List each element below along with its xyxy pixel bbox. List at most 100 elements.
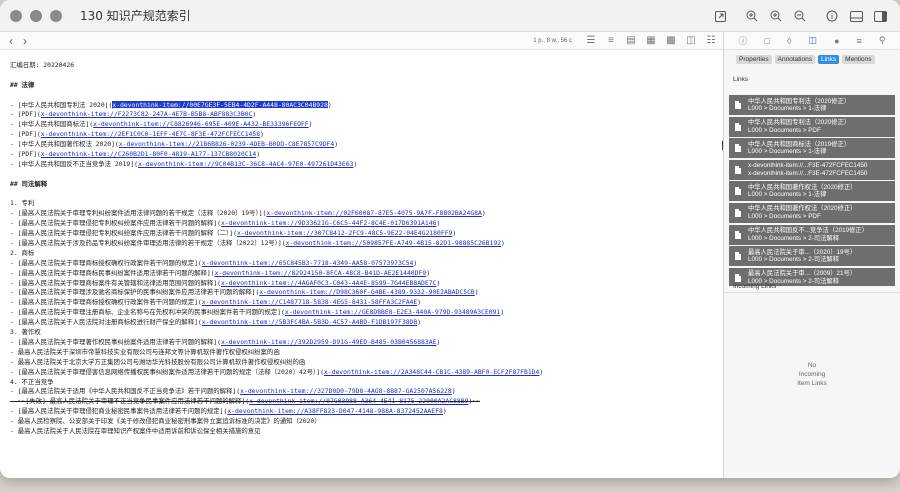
annotation-icon[interactable]: ●: [834, 36, 839, 46]
devonthink-link[interactable]: x-devonthink-item://07G03988-A364-4E41-8…: [249, 397, 468, 405]
tab-properties[interactable]: Properties: [736, 55, 772, 64]
back-icon[interactable]: ‹: [9, 34, 13, 48]
text-format-icon[interactable]: ☰: [584, 34, 598, 47]
sidebar-bottom-icon[interactable]: [844, 7, 868, 25]
link-item[interactable]: 中华人民共和国著作权法（2020修正） L000 > Documents > PD…: [729, 202, 895, 223]
tag-icon[interactable]: ◊: [787, 36, 791, 46]
zoom-out-icon[interactable]: [788, 7, 812, 25]
close-window-button[interactable]: [10, 9, 22, 22]
judicial-entry: - [最高人民法院关于审理注册商标、企业名称与在先权利冲突的民事纠纷案件若干问题…: [10, 308, 722, 318]
judicial-entry: - [最高人民法院关于审理商标民事纠纷案件适用法律若干问题的解释](x-devo…: [10, 269, 722, 279]
line-suffix: ): [442, 407, 447, 416]
devonthink-link[interactable]: x-devonthink-item://9C04B13C-36C8-4AC4-9…: [138, 160, 353, 168]
align-left-icon[interactable]: ≡: [604, 34, 618, 47]
list-icon[interactable]: ≡: [857, 36, 862, 46]
devonthink-link[interactable]: x-devonthink-item://9D33621G-C6C5-44F2-8…: [221, 219, 436, 227]
links-list[interactable]: 中华人民共和国专利法（2020修正） L000 > Documents > 1-法…: [729, 95, 895, 286]
devonthink-link[interactable]: x-devonthink-item://00E7GE3F-5EB4-4D2F-A…: [112, 100, 328, 109]
devonthink-link[interactable]: x-devonthink-item://4AGAF0C3-C043-4A4E-8…: [221, 279, 436, 287]
sidebar-right-icon[interactable]: [868, 7, 892, 25]
document-icon: [735, 273, 741, 282]
title-bar: 130 知识产规范索引: [0, 0, 900, 32]
line-suffix: ): [417, 318, 422, 327]
link-item-path: L000 > Documents > 2-司法解释: [748, 256, 839, 264]
devonthink-link[interactable]: x-devonthink-item://F2273C82-247A-4E7B-B…: [41, 110, 253, 118]
link-item-text: 中华人民共和国专利法（2020修正） L000 > Documents > 1-法…: [748, 98, 850, 113]
devonthink-link[interactable]: x-devonthink-item://D98C360F-G4BE-4389-9…: [259, 288, 474, 296]
document-toolbar-right: 1 p., 8 w., 56 c ☰ ≡ ▤ ▦ ▩ ◫ ☷: [533, 34, 718, 47]
judicial-entry: - [最高人民法院关于审理侵犯专利权纠纷案件应用法律若干问题的解释（二）](x-…: [10, 229, 722, 239]
devonthink-link[interactable]: x-devonthink-item://C8826946-695E-409E-A…: [93, 120, 308, 128]
line-text: - 最高人民法院关于人民法院在审理知识产权案件中适用诉前和诉讼保全相关措施的意见: [10, 426, 261, 435]
link-item[interactable]: 中华人民共和国专利法（2020修正） L000 > Documents > 1-法…: [729, 95, 895, 115]
tab-annotations[interactable]: Annotations: [774, 55, 815, 64]
devonthink-link[interactable]: x-devonthink-item://82924150-8FCA-48C8-B…: [215, 269, 427, 277]
devonthink-link[interactable]: x-devonthink-item://2EF1C0C0-1EFF-4E7C-8…: [41, 130, 260, 138]
document-toolbar: ‹ › 1 p., 8 w., 56 c ☰ ≡ ▤ ▦ ▩ ◫ ☷: [0, 32, 724, 50]
document-icon: [735, 144, 741, 153]
open-external-icon[interactable]: [708, 7, 732, 25]
judicial-entry: - 最高人民检察院、公安部关于印发《关于修改侵犯商业秘密刑事案件立案追诉标准的决…: [10, 417, 722, 427]
line-text: - [最高人民法院关于审理侵害信息网络传播权民事纠纷案件适用法律若干问题的规定（…: [10, 367, 324, 376]
split-mode-icon[interactable]: ◫: [684, 34, 698, 47]
law-list: - [中华人民共和国专利法 2020](x-devonthink-item://…: [10, 100, 722, 170]
link-item-path: L000 > Documents > 1-法律: [748, 191, 827, 199]
line-text: - [最高人民法院关于审理侵犯专利权纠纷案件应用法律若干问题的解释（二）](: [10, 229, 237, 238]
devonthink-link[interactable]: x-devonthink-item://2A348C44-CB1C-4389-A…: [324, 368, 539, 376]
zoom-window-button[interactable]: [50, 9, 62, 22]
devonthink-link[interactable]: x-devonthink-item://509857FE-A749-4B15-8…: [286, 239, 501, 247]
library-icon[interactable]: ☷: [704, 34, 718, 47]
line-suffix: ): [451, 387, 456, 396]
devonthink-link[interactable]: x-devonthink-item://C260B2D1-80F0-4819-A…: [41, 150, 256, 158]
line-text: - [最高人民法院关于审理商标民事纠纷案件适用法律若干问题的解释](: [10, 268, 215, 277]
tab-mentions[interactable]: Mentions: [842, 55, 875, 64]
line-text: - 最高人民检察院、公安部关于印发《关于修改侵犯商业秘密刑事案件立案追诉标准的决…: [10, 417, 321, 426]
devonthink-link[interactable]: x-devonthink-item://307C8412-2FC9-48C5-9…: [237, 229, 452, 237]
zoom-in-icon[interactable]: [740, 7, 764, 25]
comment-icon[interactable]: □: [765, 36, 770, 46]
document-icon: [735, 187, 741, 196]
heading-icon[interactable]: ▤: [624, 34, 638, 47]
markdown-document[interactable]: 汇编日期: 20220426 ## 法律 - [中华人民共和国专利法 2020]…: [0, 51, 722, 478]
info-icon[interactable]: [820, 7, 844, 25]
devonthink-link[interactable]: x-devonthink-item://327D0D0-79D8-4AG8-88…: [240, 387, 452, 395]
line-suffix: )~~: [468, 397, 480, 406]
info-icon[interactable]: ⓘ: [739, 34, 748, 47]
link-item[interactable]: 最高人民法院关于审...（2020）19号） L000 > Documents >…: [729, 246, 895, 267]
devonthink-link[interactable]: x-devonthink-item://392D2959-D91G-49ED-B…: [221, 338, 436, 346]
tab-links[interactable]: Links: [817, 55, 840, 64]
devonthink-link[interactable]: x-devonthink-item://GE8D8BE8-E2E3-440A-9…: [285, 308, 500, 316]
devonthink-link[interactable]: x-devonthink-item://A38FF823-D047-4148-9…: [227, 407, 442, 415]
line-text: - 最高人民法院关于深圳市帝慧科技实业有限公司与连邦文等计算机软件著作权侵权纠纷…: [10, 347, 280, 356]
link-item[interactable]: x-devonthink-item://...F3E-472FCFEC1450 x…: [729, 159, 895, 180]
forward-icon[interactable]: ›: [23, 34, 27, 48]
link-item[interactable]: 中华人民共和国著作权法（2020修正） L000 > Documents > 1-…: [729, 181, 895, 202]
devonthink-link[interactable]: x-devonthink-item://C1487718-5838-4EG5-8…: [202, 298, 417, 306]
line-suffix: ): [436, 337, 441, 346]
judicial-entry: - [最高人民法院关于适用《中华人民共和国反不正当竞争法》若干问题的解释](x-…: [10, 387, 722, 397]
line-text: - [中华人民共和国专利法 2020](: [10, 100, 113, 109]
document-icon: [735, 122, 741, 131]
devonthink-link[interactable]: x-devonthink-item://5B3FC4BA-5B3D-4C57-A…: [202, 318, 417, 326]
edit-mode-icon[interactable]: ▩: [664, 34, 678, 47]
link-item[interactable]: 中华人民共和国商标法（2019修正） L000 > Documents > 1-法…: [729, 138, 895, 159]
devonthink-link[interactable]: x-devonthink-item://21B6B826-0239-4DEB-B…: [119, 140, 334, 148]
category-heading: 1. 专利: [10, 199, 35, 208]
preview-mode-icon[interactable]: ▦: [644, 34, 658, 47]
zoom-in-icon[interactable]: [764, 7, 788, 25]
window-controls: [10, 9, 62, 22]
link-item[interactable]: 中华人民共和国反不...竞争法（2019修正） L000 > Documents …: [729, 224, 895, 245]
link-item[interactable]: 中华人民共和国专利法（2020修正） L000 > Documents > PDF: [729, 116, 895, 137]
line-suffix: ): [327, 100, 332, 109]
links-icon[interactable]: ◫: [809, 35, 818, 46]
search-icon[interactable]: ⚲: [879, 35, 886, 46]
minimize-window-button[interactable]: [30, 9, 42, 22]
link-item-path: L000 > Documents > PDF: [748, 212, 821, 220]
incoming-links-divider: [724, 292, 900, 293]
line-suffix: ): [353, 159, 358, 168]
line-text: - [PDF](: [10, 130, 41, 139]
devonthink-link[interactable]: x-devonthink-item://65C845B3-7718-4349-A…: [202, 259, 414, 267]
devonthink-link[interactable]: x-devonthink-item://02F60087-87E5-4075-9…: [266, 209, 481, 217]
document-icon: [735, 230, 741, 239]
judicial-entry: - [最高人民法院关于审理商标授权确权行政案件若干问题的规定](x-devont…: [10, 259, 722, 269]
